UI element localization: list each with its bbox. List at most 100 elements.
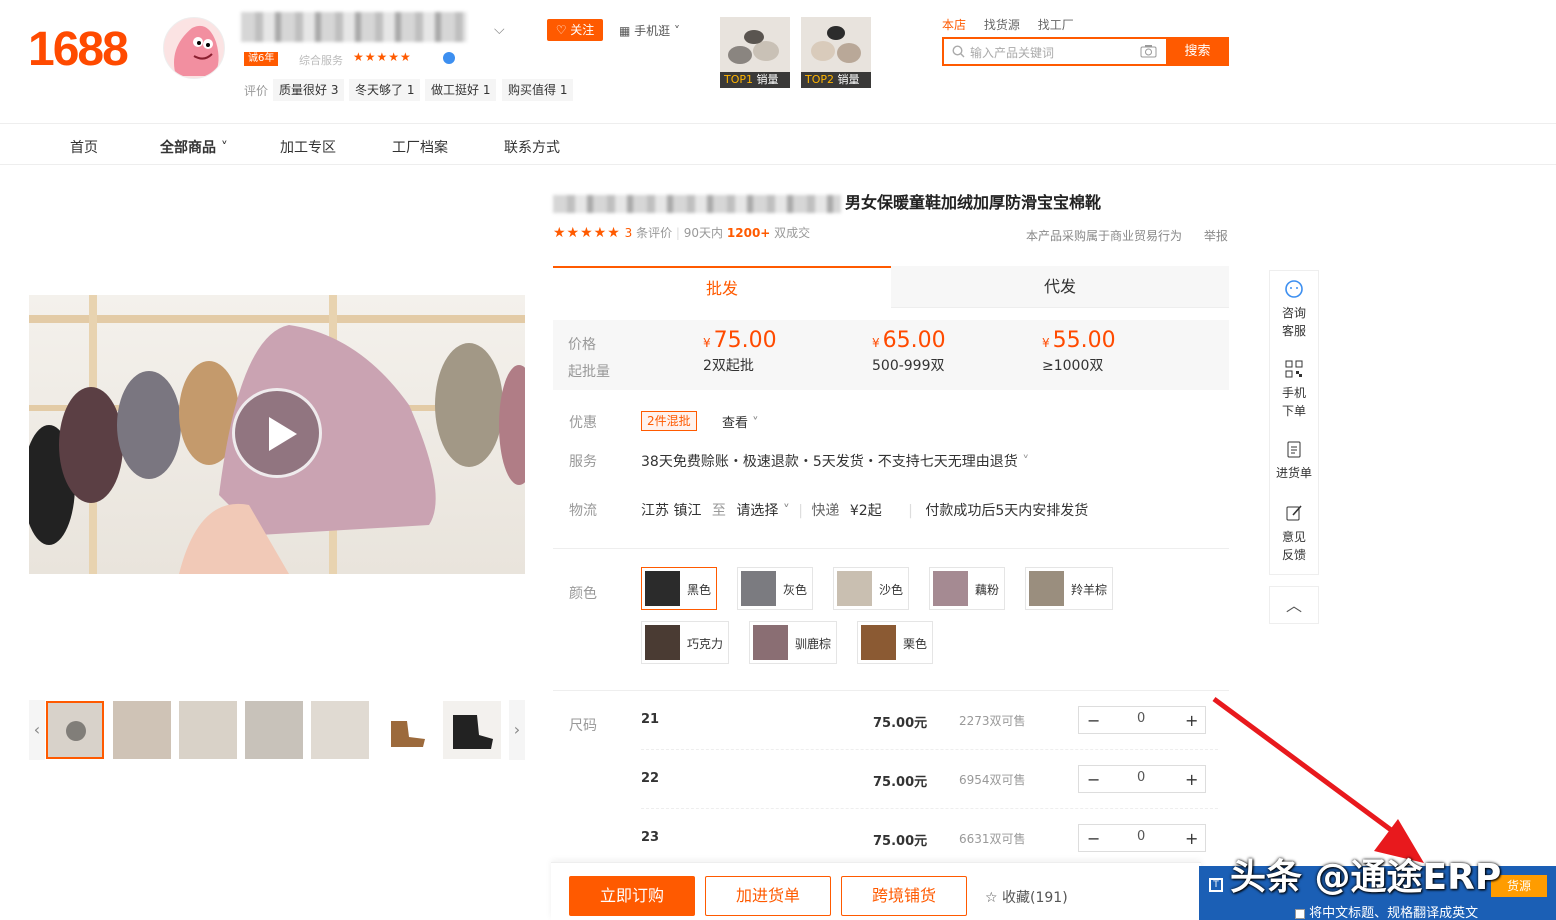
express-fee: ¥2起 [849, 503, 882, 519]
thumbnail[interactable] [179, 701, 237, 759]
nav-factory-profile[interactable]: 工厂档案 [392, 137, 448, 157]
promo-view-dropdown[interactable]: 查看 ˅ [722, 412, 759, 431]
top-product-thumb[interactable]: TOP2 销量 [801, 17, 871, 88]
search-tab-factory[interactable]: 找工厂 [1038, 18, 1074, 32]
color-option-chocolate[interactable]: 巧克力 [641, 621, 729, 664]
sidebar-item-feedback[interactable]: 意见反馈 [1270, 503, 1318, 564]
back-to-top-button[interactable]: ︿ [1269, 586, 1319, 624]
shop-name-blurred[interactable] [241, 12, 467, 42]
play-icon [66, 721, 86, 741]
add-to-cart-button[interactable]: 加进货单 [705, 876, 831, 916]
service-text[interactable]: 38天免费赊账・极速退款・5天发货・不支持七天无理由退货 ˅ [641, 451, 1029, 471]
thumbnail[interactable] [443, 701, 501, 759]
erp-translate-checkbox[interactable] [1295, 908, 1305, 919]
quantity-input[interactable]: 0 [1137, 711, 1145, 726]
thumbs-prev-arrow[interactable]: ‹ [29, 700, 45, 760]
top-product-thumb[interactable]: TOP1 销量 [720, 17, 790, 88]
tab-wholesale[interactable]: 批发 [553, 266, 891, 308]
sidebar-item-mobile-order[interactable]: 手机下单 [1270, 359, 1318, 420]
ship-dest: 请选择 [736, 503, 779, 519]
color-option-grey[interactable]: 灰色 [737, 567, 813, 610]
favorite-button[interactable]: ☆ 收藏(191) [985, 887, 1068, 907]
chevron-up-icon: ︿ [1285, 596, 1302, 615]
chevron-down-icon: ˅ [782, 503, 790, 519]
quantity-input[interactable]: 0 [1137, 829, 1145, 844]
site-logo[interactable]: 1688 [28, 22, 129, 77]
shop-avatar[interactable] [163, 17, 225, 79]
follow-label: 关注 [570, 23, 595, 37]
sold-count: 1200+ [726, 226, 771, 240]
review-tag[interactable]: 冬天够了 1 [349, 79, 421, 101]
erp-translate-option[interactable]: 将中文标题、规格翻译成英文 [1295, 902, 1478, 920]
color-option-sand[interactable]: 沙色 [833, 567, 909, 610]
minus-button[interactable]: − [1087, 711, 1100, 730]
size-price: 75.00元 [873, 716, 928, 731]
logistics-label: 物流 [569, 503, 597, 519]
color-name: 黑色 [687, 583, 712, 597]
plus-button[interactable]: + [1185, 770, 1198, 789]
trade-note: 本产品采购属于商业贸易行为 [1026, 229, 1183, 243]
price-tiers: 价格 起批量 ¥75.00 2双起批 ¥65.00 500-999双 ¥55.0… [553, 320, 1229, 390]
buy-now-button[interactable]: 立即订购 [569, 876, 695, 916]
title-blurred-prefix [553, 194, 841, 213]
camera-icon[interactable] [1140, 44, 1157, 58]
info-icon[interactable] [443, 52, 455, 64]
chevron-down-icon[interactable]: ⌵ [494, 22, 505, 38]
sidebar-item-purchase-list[interactable]: 进货单 [1270, 439, 1318, 482]
thumbnail-video[interactable] [46, 701, 104, 759]
thumbnail[interactable] [311, 701, 369, 759]
search-placeholder: 输入产品关键词 [970, 46, 1055, 60]
nav-home[interactable]: 首页 [70, 137, 98, 157]
crossborder-button[interactable]: 跨境铺货 [841, 876, 967, 916]
color-name: 藕粉 [975, 583, 1000, 597]
color-label: 颜色 [569, 586, 597, 602]
color-option-antelope[interactable]: 羚羊棕 [1025, 567, 1113, 610]
nav-all-products[interactable]: 全部商品 ˅ [160, 137, 228, 157]
quantity-input[interactable]: 0 [1137, 770, 1145, 785]
search-button[interactable]: 搜索 [1166, 37, 1229, 66]
chevron-down-icon: ˅ [220, 140, 228, 156]
nav-contact[interactable]: 联系方式 [504, 137, 560, 157]
sales-label: 销量 [837, 73, 860, 86]
report-link[interactable]: 举报 [1204, 229, 1228, 243]
price-tier: ¥65.00 500-999双 [872, 328, 946, 375]
search-tab-shop[interactable]: 本店 [942, 18, 966, 32]
review-tag[interactable]: 购买值得 1 [502, 79, 574, 101]
minus-button[interactable]: − [1087, 829, 1100, 848]
tier-qty: ≥1000双 [1042, 358, 1104, 374]
search-icon [952, 45, 965, 58]
review-tag[interactable]: 做工挺好 1 [425, 79, 497, 101]
tab-dropship[interactable]: 代发 [891, 266, 1229, 308]
plus-button[interactable]: + [1185, 711, 1198, 730]
color-option-lotus[interactable]: 藕粉 [929, 567, 1005, 610]
color-option-chestnut[interactable]: 栗色 [857, 621, 933, 664]
plus-button[interactable]: + [1185, 829, 1198, 848]
service-score-label: 综合服务 [299, 54, 343, 67]
follow-button[interactable]: ♡ 关注 [547, 19, 603, 41]
color-option-black[interactable]: 黑色 [641, 567, 717, 610]
minus-button[interactable]: − [1087, 770, 1100, 789]
color-name: 驯鹿棕 [795, 637, 832, 651]
chat-icon [1285, 280, 1303, 298]
review-tag[interactable]: 质量很好 3 [273, 79, 345, 101]
divider [553, 548, 1229, 549]
service-text-value: 38天免费赊账・极速退款・5天发货・不支持七天无理由退货 [641, 454, 1018, 470]
sidebar-item-label: 意见反馈 [1281, 530, 1306, 562]
thumbnail[interactable] [245, 701, 303, 759]
thumbnail[interactable] [377, 701, 435, 759]
boot-image [391, 721, 425, 747]
ship-dest-select[interactable]: 请选择 ˅ [736, 503, 789, 519]
search-tab-source[interactable]: 找货源 [984, 18, 1020, 32]
thumbs-next-arrow[interactable]: › [509, 700, 525, 760]
tier-price: 75.00 [713, 328, 777, 353]
play-video-button[interactable] [232, 388, 322, 478]
thumbnail[interactable] [113, 701, 171, 759]
edit-icon [1286, 505, 1302, 521]
search-input[interactable]: 输入产品关键词 [942, 37, 1172, 66]
review-count[interactable]: 3 [625, 226, 633, 240]
mobile-browse-link[interactable]: ▦ 手机逛 ˅ [619, 22, 680, 39]
nav-processing[interactable]: 加工专区 [280, 137, 336, 157]
chevron-down-icon: ˅ [1022, 454, 1030, 470]
sidebar-item-service[interactable]: 咨询客服 [1270, 279, 1318, 340]
color-option-reindeer[interactable]: 驯鹿棕 [749, 621, 837, 664]
